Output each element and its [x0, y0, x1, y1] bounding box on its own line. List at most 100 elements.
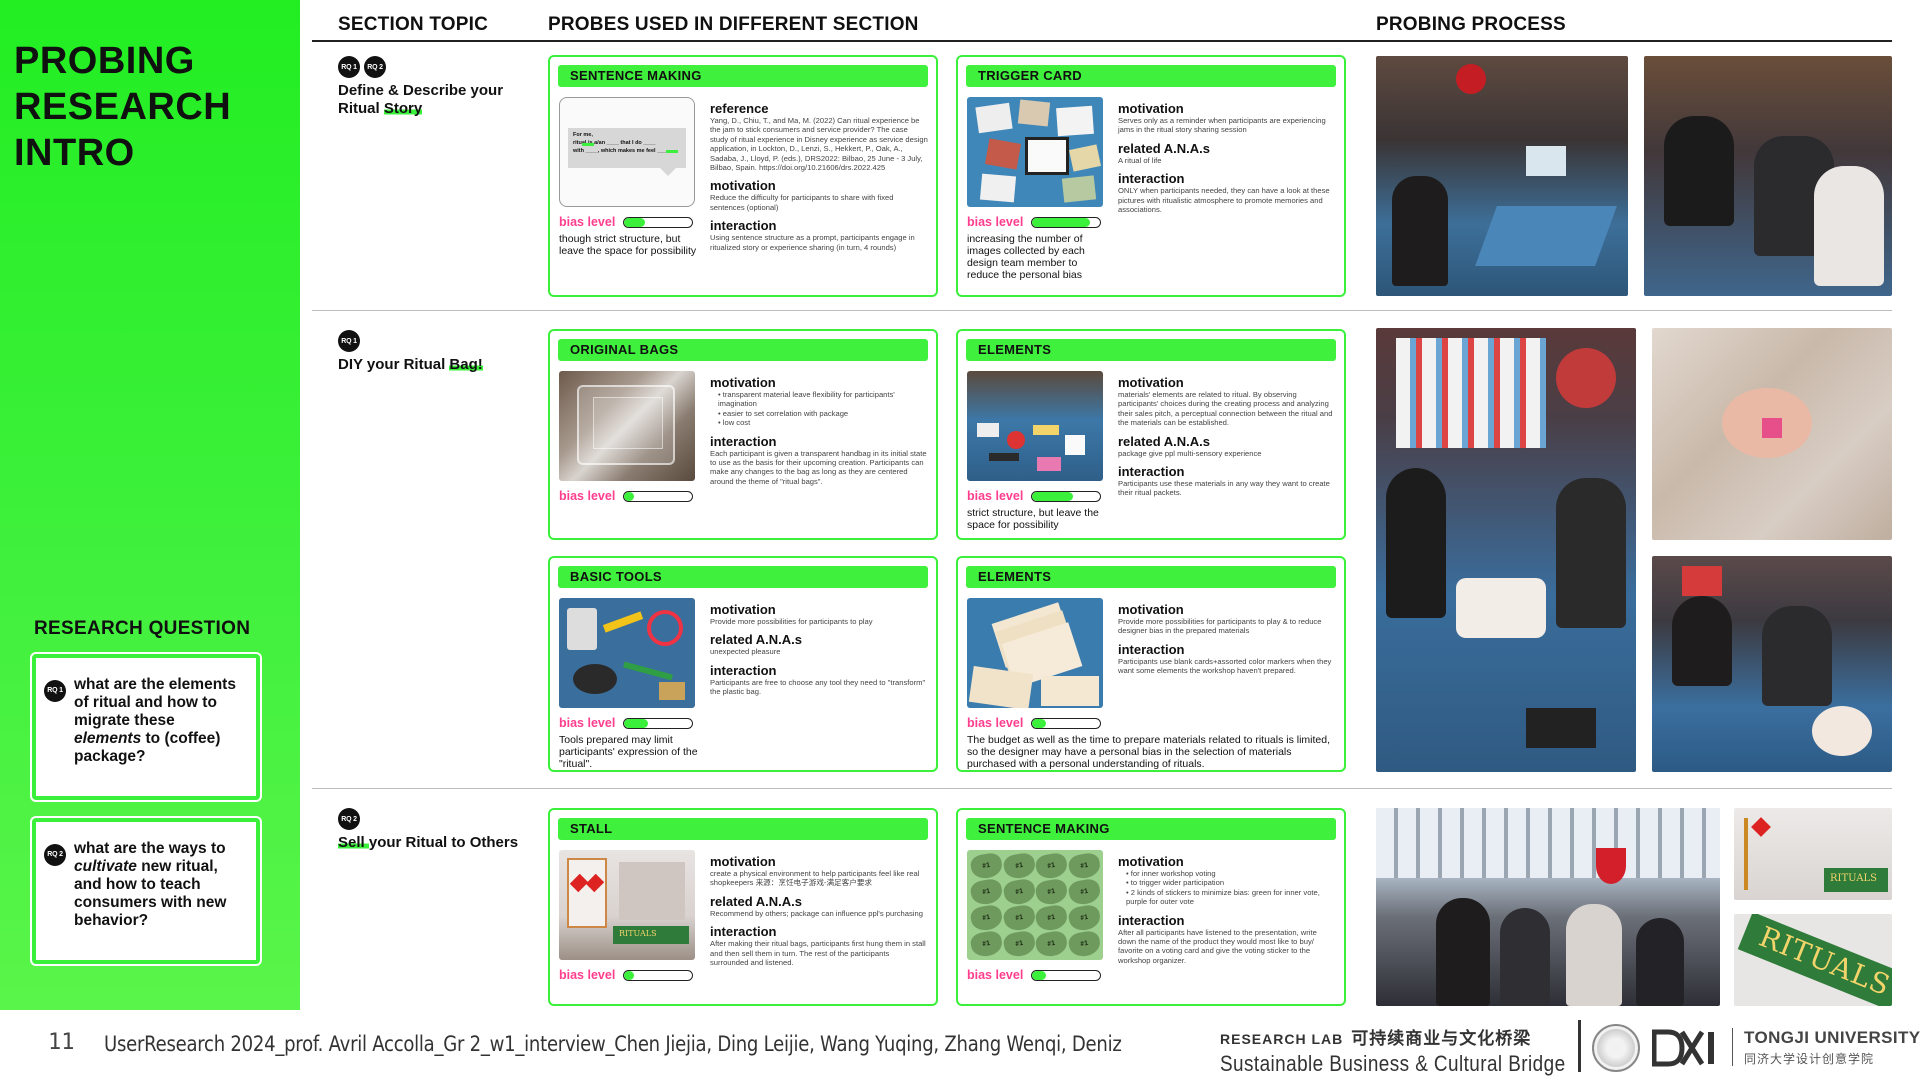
heart-sticker	[1001, 929, 1036, 959]
heart-sticker	[1001, 851, 1036, 881]
university-seal-icon	[1592, 1024, 1640, 1072]
lab-name-en: RESEARCH LAB	[1220, 1031, 1344, 1047]
heart-sticker	[1066, 851, 1101, 881]
probe-card-original-bags: ORIGINAL BAGS bias level motivation tran…	[548, 329, 938, 540]
probe-card-elements-1: ELEMENTS bias level strict structure, bu…	[956, 329, 1346, 540]
title-line-2: RESEARCH	[14, 86, 232, 128]
heart-sticker	[969, 929, 1004, 959]
lab-name-cn: 可持续商业与文化桥梁	[1351, 1029, 1532, 1048]
card-note: though strict structure, but leave the s…	[559, 233, 697, 257]
card-note: Tools prepared may limit participants' e…	[559, 734, 698, 770]
stall-sign: RITUALS	[613, 926, 689, 944]
trigger-cards-photo	[967, 97, 1103, 207]
research-question-2: RQ 2 what are the ways to cultivate new …	[32, 818, 260, 964]
heart-sticker	[1066, 929, 1101, 959]
card-title: ELEMENTS	[966, 566, 1336, 588]
heart-sticker	[1034, 903, 1069, 933]
header-probing-process: PROBING PROCESS	[1376, 14, 1566, 35]
title-line-1: PROBING	[14, 40, 195, 82]
card-title: SENTENCE MAKING	[966, 818, 1336, 840]
topic-2: RQ 1 DIY your Ritual Bag!	[338, 330, 528, 374]
footer-credit: UserResearch 2024_prof. Avril Accolla_Gr…	[104, 1032, 1122, 1056]
materials-table-photo	[967, 371, 1103, 481]
heart-sticker	[969, 851, 1004, 881]
bias-level-bar	[1031, 216, 1102, 228]
bias-indicator: bias level	[967, 489, 1102, 503]
header-probes: PROBES USED IN DIFFERENT SECTION	[548, 14, 919, 35]
rq1-text-pre: what are the elements of ritual and how …	[74, 676, 236, 729]
topic-2-text: DIY your Ritual Bag!	[338, 356, 483, 373]
tools-photo	[559, 598, 695, 708]
rq2-text-pre: what are the ways to	[74, 840, 226, 857]
research-lab-logo: RESEARCH LAB 可持续商业与文化桥梁 Sustainable Busin…	[1220, 1024, 1565, 1077]
row-divider-1	[312, 310, 1892, 311]
bias-indicator: bias level	[967, 968, 1102, 982]
bias-indicator: bias level	[967, 215, 1102, 229]
topic-1-badge-rq1: RQ 1	[338, 56, 360, 78]
university-name: TONGJI UNIVERSITY	[1744, 1028, 1920, 1047]
heart-sticker	[1034, 929, 1069, 959]
heart-sticker	[969, 903, 1004, 933]
card-details: motivation for inner workshop voting to …	[1118, 850, 1336, 971]
page-title: PROBING RESEARCH INTRO	[14, 38, 294, 176]
topic-1-badge-rq2: RQ 2	[364, 56, 386, 78]
photo-workshop-session-1	[1376, 56, 1628, 296]
heart-stickers-photo	[967, 850, 1103, 960]
card-details: motivation Provide more possibilities fo…	[1118, 602, 1332, 676]
rq2-badge: RQ 2	[44, 844, 66, 866]
heart-sticker	[1001, 877, 1036, 907]
tongji-logo: TONGJI UNIVERSITY 同济大学设计创意学院	[1744, 1028, 1920, 1067]
probe-card-stall: STALL RITUALS bias level motivation crea…	[548, 808, 938, 1006]
card-note: increasing the number of images collecte…	[967, 233, 1085, 281]
heart-sticker	[1066, 877, 1101, 907]
row-divider-2	[312, 788, 1892, 789]
photo-workshop-session-2	[1644, 56, 1892, 296]
bias-indicator: bias level	[559, 215, 694, 229]
topic-1: RQ 1 RQ 2 Define & Describe your Ritual …	[338, 56, 528, 118]
blank-cards-photo	[967, 598, 1103, 708]
bias-indicator: bias level	[967, 716, 1102, 730]
stall-sign-small: RITUALS	[1824, 868, 1888, 892]
topic-1-text: Define & Describe your Ritual Story	[338, 82, 504, 117]
footer-divider	[1578, 1020, 1581, 1072]
rq2-text-em: cultivate	[74, 858, 137, 875]
university-name-cn: 同济大学设计创意学院	[1744, 1052, 1875, 1066]
topic-3-badge-rq2: RQ 2	[338, 808, 360, 830]
bias-level-bar	[1031, 969, 1102, 981]
research-question-1: RQ 1 what are the elements of ritual and…	[32, 654, 260, 800]
dxi-logo-icon	[1652, 1029, 1714, 1067]
transparent-bags-photo	[559, 371, 695, 481]
motivation-list: transparent material leave flexibility f…	[710, 390, 928, 428]
sentence-card-image: For me, ritual is a/an ____ that I do __…	[559, 97, 695, 207]
bias-level-bar	[1031, 490, 1102, 502]
photo-hands-crafting	[1652, 328, 1892, 540]
photo-rituals-sign: RITUALS	[1734, 914, 1892, 1006]
header-divider	[312, 40, 1892, 42]
card-title: STALL	[558, 818, 928, 840]
bias-indicator: bias level	[559, 489, 694, 503]
photo-participants-crafting	[1652, 556, 1892, 772]
bias-indicator: bias level	[559, 716, 694, 730]
heart-sticker	[1066, 903, 1101, 933]
bias-indicator: bias level	[559, 968, 694, 982]
motivation-list: for inner workshop voting to trigger wid…	[1118, 869, 1336, 907]
bias-level-bar	[623, 717, 694, 729]
card-details: motivation Provide more possibilities fo…	[710, 602, 926, 697]
rituals-sign: RITUALS	[1737, 914, 1892, 1006]
rq1-text-em: elements	[74, 730, 142, 747]
heart-sticker	[1034, 877, 1069, 907]
bias-level-bar	[623, 969, 694, 981]
bias-level-bar	[623, 490, 694, 502]
stall-photo: RITUALS	[559, 850, 695, 960]
card-note: strict structure, but leave the space fo…	[967, 507, 1099, 531]
card-details: motivation transparent material leave fl…	[710, 371, 928, 492]
topic-3-text: Sell your Ritual to Others	[338, 834, 519, 851]
footer-divider-2	[1732, 1028, 1733, 1066]
card-details: motivation create a physical environment…	[710, 854, 926, 968]
photo-stall-sign: RITUALS	[1734, 808, 1892, 900]
card-details: motivation Serves only as a reminder whe…	[1118, 101, 1330, 215]
photo-diy-table	[1376, 328, 1636, 772]
left-panel: PROBING RESEARCH INTRO RESEARCH QUESTION…	[0, 0, 300, 1010]
probe-card-elements-2: ELEMENTS bias level The budget as well a…	[956, 556, 1346, 772]
photo-stall-presentation	[1376, 808, 1720, 1006]
